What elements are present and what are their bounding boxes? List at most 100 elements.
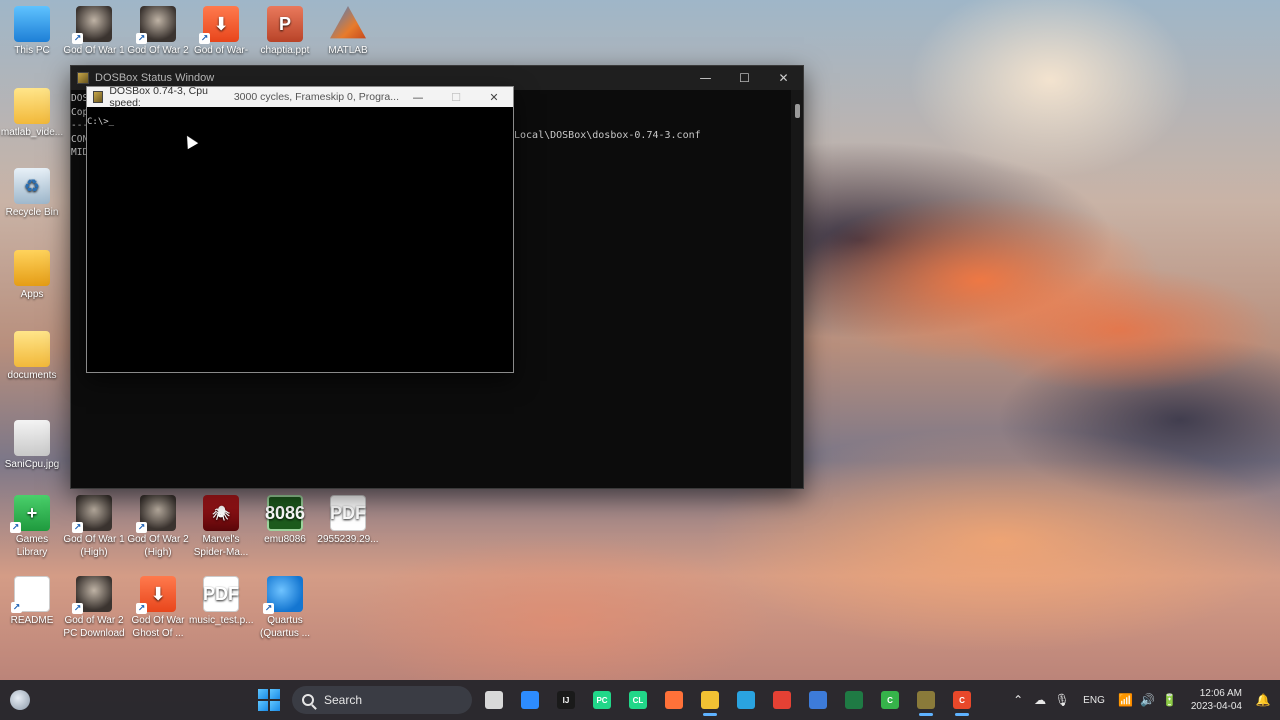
minimize-button[interactable]: — <box>399 87 437 107</box>
desktop-icon-documents[interactable]: documents <box>0 331 64 382</box>
dosbox-icon <box>93 91 104 103</box>
image-file-icon <box>14 420 50 456</box>
taskbar-center: Search IJ PC CL C C <box>258 685 976 716</box>
desktop-icon-readme[interactable]: ↗ README <box>0 576 64 627</box>
desktop-icon-god-of-war-2-pc-download[interactable]: ↗ God of War 2 PC Download <box>62 576 126 640</box>
clock-time: 12:06 AM <box>1199 688 1242 699</box>
desktop-icon-spider-man[interactable]: 🕷 Marvel's Spider-Ma... <box>189 495 253 559</box>
desktop-icon-this-pc[interactable]: This PC <box>0 6 64 57</box>
taskbar-app-firefox[interactable] <box>660 686 688 714</box>
windows-logo-icon <box>258 689 268 699</box>
taskbar-app-dosbox[interactable] <box>912 686 940 716</box>
taskbar-app-telegram[interactable] <box>732 686 760 714</box>
desktop-icon-games-library[interactable]: + ↗ Games Library <box>0 495 64 559</box>
taskbar-app-chrome[interactable] <box>768 686 796 714</box>
minimize-button[interactable]: — <box>686 66 725 90</box>
taskbar-app-recorder[interactable]: C <box>948 686 976 716</box>
chrome-icon <box>773 691 791 709</box>
desktop-icon-god-of-war-ghost[interactable]: ⬇ ↗ God Of War Ghost Of ... <box>126 576 190 640</box>
scrollbar-thumb[interactable] <box>795 104 800 118</box>
dosbox-window[interactable]: DOSBox 0.74-3, Cpu speed: 3000 cycles, F… <box>86 85 514 373</box>
status-window-controls: — ☐ ✕ <box>686 66 803 90</box>
chevron-up-icon[interactable]: ⌃ <box>1007 693 1029 707</box>
god-of-war-icon: ↗ <box>72 495 112 533</box>
shortcut-arrow-icon: ↗ <box>263 603 274 614</box>
matlab-icon <box>330 6 366 39</box>
download-icon: ⬇ ↗ <box>136 576 176 614</box>
dos-screen[interactable]: C:\>_ <box>87 107 513 372</box>
desktop-icon-chaptia-ppt[interactable]: P chaptia.ppt <box>253 6 317 57</box>
notification-icon[interactable]: 🔔 <box>1252 693 1274 707</box>
desktop-icon-emu8086[interactable]: 8086 emu8086 <box>253 495 317 546</box>
desktop-icon-god-of-war-2[interactable]: ↗ God Of War 2 <box>126 6 190 57</box>
shortcut-arrow-icon: ↗ <box>136 603 147 614</box>
dosbox-controls: — ☐ ✕ <box>399 87 513 107</box>
taskbar-app-camtasia[interactable]: C <box>876 686 904 714</box>
start-button[interactable] <box>258 689 280 711</box>
desktop-icon-apps[interactable]: Apps <box>0 250 64 301</box>
dosbox-titlebar[interactable]: DOSBox 0.74-3, Cpu speed: 3000 cycles, F… <box>87 85 513 109</box>
folder-icon <box>14 331 50 367</box>
desktop-icon-god-of-war-1[interactable]: ↗ God Of War 1 <box>62 6 126 57</box>
language-indicator[interactable]: ENG <box>1083 695 1105 706</box>
shortcut-arrow-icon: ↗ <box>136 33 147 44</box>
excel-icon <box>845 691 863 709</box>
close-button[interactable]: ✕ <box>764 66 803 90</box>
desktop-icon-god-of-war-2-high[interactable]: ↗ God Of War 2 (High) <box>126 495 190 559</box>
recycle-bin-icon: ♻ <box>14 168 50 204</box>
search-icon <box>302 694 314 706</box>
status-window-title: DOSBox Status Window <box>95 72 215 84</box>
taskbar-app-network-app[interactable] <box>804 686 832 714</box>
windows-logo-icon <box>270 701 280 711</box>
desktop-icon-god-of-war-download[interactable]: ⬇ ↗ God of War- <box>189 6 253 57</box>
taskbar-app-clion[interactable]: CL <box>624 686 652 714</box>
taskbar-search[interactable]: Search <box>292 686 472 714</box>
gamepad-icon: + ↗ <box>10 495 50 533</box>
folder-icon <box>14 250 50 286</box>
taskbar-app-zoom[interactable] <box>516 686 544 714</box>
shortcut-arrow-icon: ↗ <box>136 522 147 533</box>
battery-icon[interactable]: 🔋 <box>1159 693 1181 707</box>
taskbar: Search IJ PC CL C C ⌃ ☁ 🎙 ENG 📶 🔊 🔋 12:06 AM… <box>0 680 1280 720</box>
desktop-icon-matlab-videos[interactable]: matlab_vide... <box>0 88 64 139</box>
quartus-icon: ↗ <box>263 576 303 614</box>
wifi-icon[interactable]: 📶 <box>1115 693 1137 707</box>
microphone-icon[interactable]: 🎙 <box>1051 693 1073 707</box>
weather-widget-icon[interactable] <box>10 690 30 710</box>
taskbar-app-intellij[interactable]: IJ <box>552 686 580 714</box>
system-tray: ⌃ ☁ 🎙 ENG 📶 🔊 🔋 12:06 AM 2023-04-04 🔔 <box>1007 680 1280 720</box>
config-path-text: Local\DOSBox\dosbox-0.74-3.conf <box>514 130 701 141</box>
desktop-icon-recycle-bin[interactable]: ♻ Recycle Bin <box>0 168 64 219</box>
clion-icon: CL <box>629 691 647 709</box>
maximize-button[interactable]: ☐ <box>437 87 475 107</box>
desktop-icon-pdf-2955239[interactable]: PDF 2955239.29... <box>316 495 380 546</box>
clock[interactable]: 12:06 AM 2023-04-04 <box>1191 687 1242 713</box>
taskbar-app-excel[interactable] <box>840 686 868 714</box>
vertical-scrollbar[interactable] <box>791 90 803 488</box>
pycharm-icon: PC <box>593 691 611 709</box>
file-explorer-icon <box>701 691 719 709</box>
desktop-icon-music-test[interactable]: PDF music_test.p... <box>189 576 253 627</box>
god-of-war-icon: ↗ <box>136 495 176 533</box>
firefox-icon <box>665 691 683 709</box>
desktop-icon-matlab[interactable]: MATLAB <box>316 6 380 57</box>
shortcut-arrow-icon: ↗ <box>72 522 83 533</box>
shortcut-arrow-icon: ↗ <box>11 602 22 613</box>
text-file-icon: ↗ <box>11 576 50 613</box>
intellij-icon: IJ <box>557 691 575 709</box>
desktop-icon-sanicpu[interactable]: SaniCpu.jpg <box>0 420 64 471</box>
volume-icon[interactable]: 🔊 <box>1137 693 1159 707</box>
close-button[interactable]: ✕ <box>475 87 513 107</box>
taskbar-app-file-explorer[interactable] <box>696 686 724 716</box>
shortcut-arrow-icon: ↗ <box>10 522 21 533</box>
computer-icon <box>14 6 50 42</box>
taskbar-app-pycharm[interactable]: PC <box>588 686 616 714</box>
desktop-icon-god-of-war-1-high[interactable]: ↗ God Of War 1 (High) <box>62 495 126 559</box>
cloud-icon[interactable]: ☁ <box>1029 693 1051 707</box>
download-icon: ⬇ ↗ <box>199 6 239 44</box>
god-of-war-icon: ↗ <box>72 576 112 614</box>
desktop-icon-quartus[interactable]: ↗ Quartus (Quartus ... <box>253 576 317 640</box>
taskbar-app-task-view[interactable] <box>480 686 508 714</box>
dosbox-title: DOSBox 0.74-3, Cpu speed: <box>109 85 208 109</box>
maximize-button[interactable]: ☐ <box>725 66 764 90</box>
